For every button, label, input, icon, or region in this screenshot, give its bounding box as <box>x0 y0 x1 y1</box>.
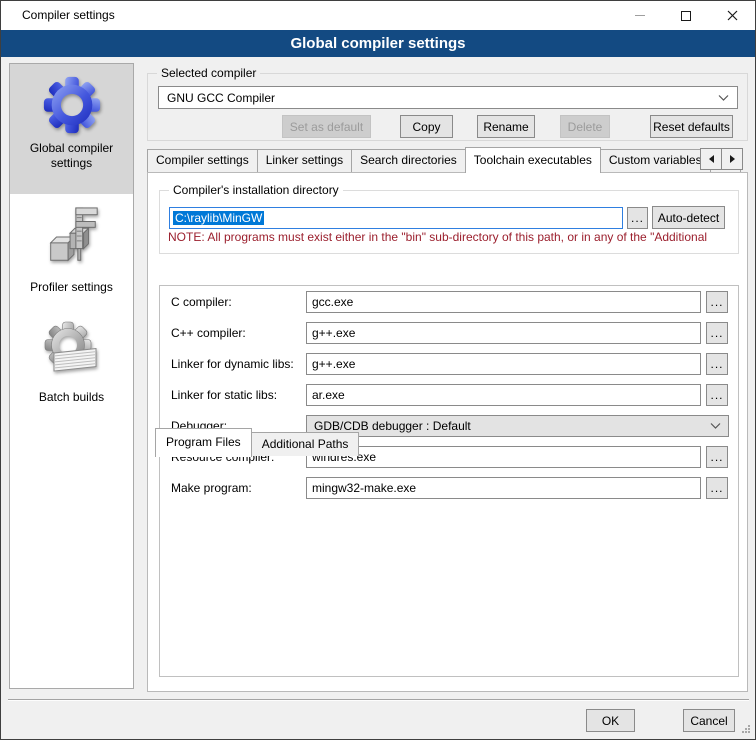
compiler-select[interactable]: GNU GCC Compiler <box>158 86 738 109</box>
tab-toolchain-executables[interactable]: Toolchain executables <box>465 147 601 173</box>
window-title: Compiler settings <box>22 8 115 22</box>
delete-button[interactable]: Delete <box>560 115 610 138</box>
installation-directory-group: Compiler's installation directory C:\ray… <box>159 190 739 254</box>
chevron-down-icon <box>718 95 729 101</box>
c-compiler-label: C compiler: <box>171 291 232 313</box>
resource-compiler-input[interactable] <box>306 446 701 468</box>
set-as-default-button[interactable]: Set as default <box>282 115 371 138</box>
titlebar: Compiler settings <box>1 1 755 30</box>
linker-dynamic-browse-button[interactable]: ... <box>706 353 728 375</box>
minimize-button[interactable] <box>617 1 663 30</box>
minimize-icon <box>635 15 645 16</box>
reset-defaults-button[interactable]: Reset defaults <box>650 115 733 138</box>
sidebar-item-label: Global compiler settings <box>10 141 133 171</box>
selected-compiler-legend: Selected compiler <box>157 66 260 80</box>
sidebar-item-label: Profiler settings <box>30 280 113 295</box>
bin-subdirectory-note: NOTE: All programs must exist either in … <box>168 230 738 244</box>
sidebar-item-label: Batch builds <box>39 390 104 405</box>
linker-dynamic-label: Linker for dynamic libs: <box>171 353 294 375</box>
sidebar-item-batch-builds[interactable]: Batch builds <box>10 319 133 405</box>
tab-program-files[interactable]: Program Files <box>155 428 252 457</box>
rename-button[interactable]: Rename <box>477 115 535 138</box>
resource-compiler-browse-button[interactable]: ... <box>706 446 728 468</box>
auto-detect-button[interactable]: Auto-detect <box>652 206 725 229</box>
c-compiler-browse-button[interactable]: ... <box>706 291 728 313</box>
make-program-input[interactable] <box>306 477 701 499</box>
installation-directory-browse-button[interactable]: ... <box>627 207 648 229</box>
tab-search-directories[interactable]: Search directories <box>351 149 466 172</box>
linker-static-browse-button[interactable]: ... <box>706 384 728 406</box>
footer-divider <box>8 699 749 701</box>
cancel-button[interactable]: Cancel <box>683 709 735 732</box>
tab-scroll-right-button[interactable] <box>721 148 743 170</box>
installation-directory-input[interactable]: C:\raylib\MinGW <box>169 207 623 229</box>
tab-custom-variables[interactable]: Custom variables <box>600 149 711 172</box>
linker-static-label: Linker for static libs: <box>171 384 277 406</box>
copy-button[interactable]: Copy <box>400 115 453 138</box>
tab-scroll-left-button[interactable] <box>700 148 722 170</box>
cpp-compiler-label: C++ compiler: <box>171 322 246 344</box>
c-compiler-input[interactable] <box>306 291 701 313</box>
caption-buttons <box>617 1 755 30</box>
program-files-panel: C compiler: ... C++ compiler: ... Linker… <box>159 285 739 677</box>
tab-linker-settings[interactable]: Linker settings <box>257 149 352 172</box>
sidebar: Global compiler settings <box>9 63 134 689</box>
tab-scroll-buttons <box>700 148 742 170</box>
debugger-select[interactable]: GDB/CDB debugger : Default <box>306 415 729 437</box>
program-tabstrip: Program Files Additional Paths <box>155 428 358 456</box>
maximize-icon <box>681 11 691 21</box>
compiler-select-value: GNU GCC Compiler <box>167 91 275 105</box>
caliper-icon <box>41 206 103 268</box>
banner-title: Global compiler settings <box>290 35 465 52</box>
installation-directory-legend: Compiler's installation directory <box>169 183 343 197</box>
linker-static-input[interactable] <box>306 384 701 406</box>
cpp-compiler-browse-button[interactable]: ... <box>706 322 728 344</box>
gear-stack-icon <box>40 319 104 383</box>
close-icon <box>727 10 738 21</box>
make-program-browse-button[interactable]: ... <box>706 477 728 499</box>
resize-grip-icon[interactable] <box>748 725 750 727</box>
maximize-button[interactable] <box>663 1 709 30</box>
toolchain-executables-panel: Compiler's installation directory C:\ray… <box>147 172 748 692</box>
blue-gear-icon <box>41 74 103 136</box>
close-button[interactable] <box>709 1 755 30</box>
tab-compiler-settings[interactable]: Compiler settings <box>147 149 258 172</box>
ok-button[interactable]: OK <box>586 709 635 732</box>
sidebar-item-global-compiler-settings[interactable]: Global compiler settings <box>10 64 133 194</box>
make-program-label: Make program: <box>171 477 252 499</box>
arrow-left-icon <box>709 155 714 163</box>
installation-directory-value: C:\raylib\MinGW <box>173 211 264 225</box>
selected-compiler-group: Selected compiler GNU GCC Compiler Set a… <box>147 73 748 141</box>
arrow-right-icon <box>730 155 735 163</box>
compiler-settings-dialog: Compiler settings Global compiler settin… <box>0 0 756 740</box>
settings-tabstrip: Compiler settings Linker settings Search… <box>147 149 740 172</box>
linker-dynamic-input[interactable] <box>306 353 701 375</box>
tab-additional-paths[interactable]: Additional Paths <box>251 432 360 456</box>
banner: Global compiler settings <box>1 30 755 57</box>
cpp-compiler-input[interactable] <box>306 322 701 344</box>
chevron-down-icon <box>710 423 721 429</box>
sidebar-item-profiler-settings[interactable]: Profiler settings <box>10 206 133 295</box>
